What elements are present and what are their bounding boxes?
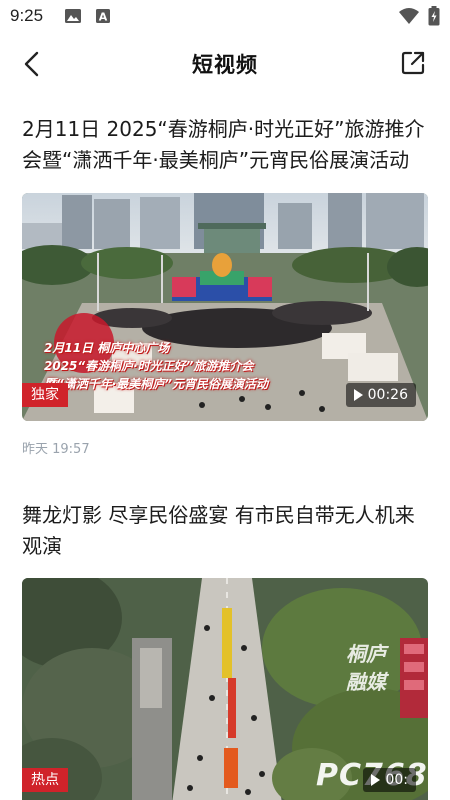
app-header: 短视频	[0, 34, 450, 94]
brand-watermark-line1: 桐庐	[346, 642, 386, 666]
video-thumbnail[interactable]: 桐庐 融媒 PC768 热点 00:	[22, 578, 428, 800]
duration-label: 00:	[363, 768, 416, 792]
image-icon	[65, 9, 81, 23]
duration-text: 00:26	[367, 387, 408, 403]
overlay-caption-line1: 2月11日 桐庐中心广场	[44, 341, 170, 355]
publish-time: 昨天 19:57	[22, 442, 90, 457]
wifi-icon	[399, 8, 419, 24]
duration-label: 00:26	[345, 383, 416, 407]
exclusive-badge: 独家	[22, 383, 68, 407]
battery-icon	[428, 6, 440, 26]
status-time: 9:25	[10, 6, 44, 25]
play-icon	[371, 774, 381, 786]
video-thumbnail[interactable]: 2月11日 桐庐中心广场 2025“春游桐庐·时光正好”旅游推介会 暨“潇洒千年…	[22, 193, 428, 421]
hot-badge: 热点	[22, 768, 68, 792]
video-title[interactable]: 舞龙灯影 尽享民俗盛宴 有市民自带无人机来观演	[22, 500, 430, 562]
status-bar: 9:25 A	[0, 0, 450, 34]
page-title: 短视频	[192, 53, 258, 77]
brand-watermark-line2: 融媒	[346, 670, 386, 694]
overlay-caption-line2: 2025“春游桐庐·时光正好”旅游推介会	[44, 359, 254, 373]
share-icon[interactable]	[400, 50, 426, 76]
overlay-caption-line3: 暨“潇洒千年·最美桐庐”元宵民俗展演活动	[44, 377, 269, 391]
font-icon: A	[96, 9, 110, 24]
video-feed: 2月11日 2025“春游桐庐·时光正好”旅游推介会暨“潇洒千年·最美桐庐”元宵…	[0, 94, 450, 800]
svg-text:A: A	[99, 11, 108, 24]
duration-text: 00:	[385, 772, 408, 788]
play-icon	[353, 389, 363, 401]
video-title[interactable]: 2月11日 2025“春游桐庐·时光正好”旅游推介会暨“潇洒千年·最美桐庐”元宵…	[22, 114, 430, 176]
